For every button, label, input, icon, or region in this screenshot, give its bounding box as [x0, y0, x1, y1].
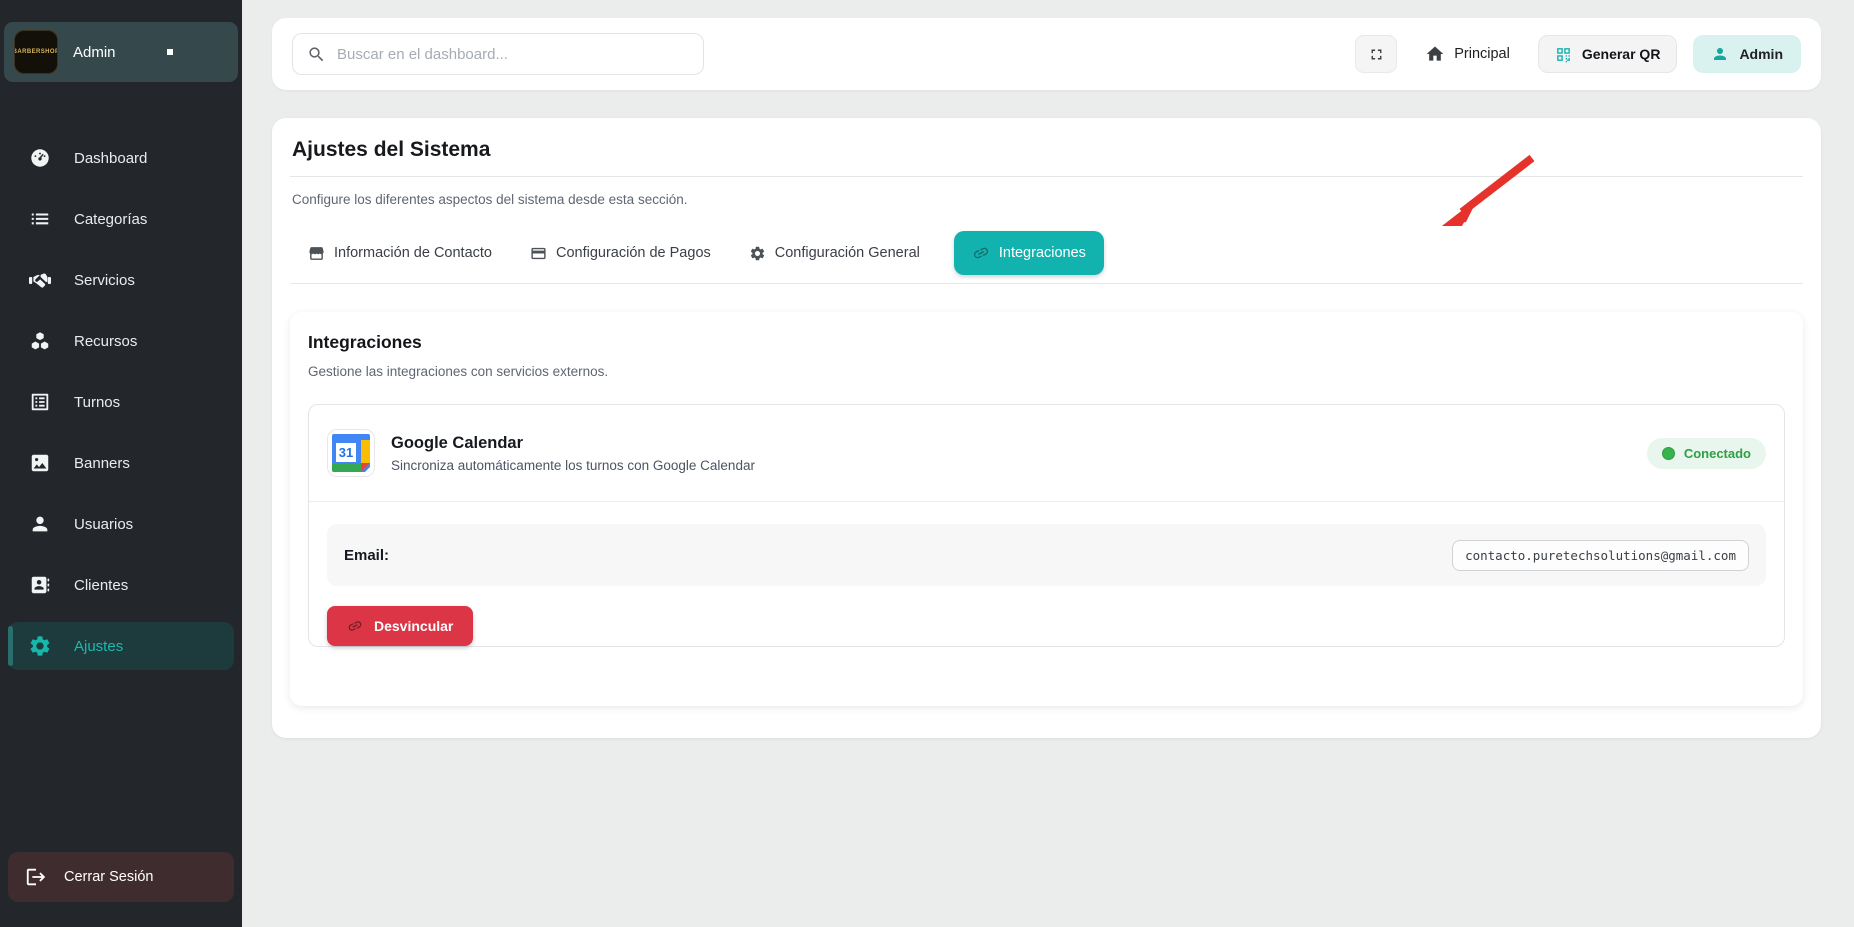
tab-label: Configuración General [775, 245, 920, 261]
link-icon [347, 618, 363, 634]
sidebar-item-label: Clientes [74, 577, 128, 594]
credit-card-icon [530, 245, 547, 262]
google-calendar-body: Email: contacto.puretechsolutions@gmail.… [309, 502, 1784, 646]
fullscreen-button[interactable] [1355, 35, 1397, 73]
categories-icon [28, 207, 52, 231]
list-alt-icon [28, 390, 52, 414]
status-badge: Conectado [1647, 438, 1766, 469]
cubes-icon [28, 329, 52, 353]
section-title: Integraciones [308, 332, 1785, 353]
dashboard-icon [28, 146, 52, 170]
email-row: Email: contacto.puretechsolutions@gmail.… [327, 524, 1766, 586]
sidebar-item-label: Turnos [74, 394, 120, 411]
image-icon [28, 451, 52, 475]
handshake-icon [28, 268, 52, 292]
barbershop-logo: BARBERSHOP [14, 30, 58, 74]
page-title: Ajustes del Sistema [292, 138, 1803, 162]
settings-tabs: Información de Contacto Configuración de… [304, 231, 1803, 275]
sidebar-item-ajustes[interactable]: Ajustes [8, 622, 234, 670]
section-subtitle: Gestione las integraciones con servicios… [308, 364, 1785, 379]
tab-integraciones[interactable]: Integraciones [954, 231, 1104, 275]
tab-label: Configuración de Pagos [556, 245, 711, 261]
generate-qr-button[interactable]: Generar QR [1538, 35, 1678, 73]
sidebar-item-recursos[interactable]: Recursos [8, 317, 234, 365]
search-input[interactable] [337, 46, 689, 63]
unlink-label: Desvincular [374, 618, 453, 634]
qr-code-icon [1555, 46, 1572, 63]
divider [290, 283, 1803, 284]
gear-icon [28, 634, 52, 658]
tab-label: Información de Contacto [334, 245, 492, 261]
sidebar-item-label: Banners [74, 455, 130, 472]
logout-button[interactable]: Cerrar Sesión [8, 852, 234, 902]
divider [290, 176, 1803, 177]
logout-label: Cerrar Sesión [64, 869, 153, 885]
google-calendar-header: 31 Google Calendar Sincroniza automática… [309, 405, 1784, 502]
integration-description: Sincroniza automáticamente los turnos co… [391, 458, 755, 473]
contact-card-icon [28, 573, 52, 597]
search-icon [307, 45, 326, 64]
admin-user-button[interactable]: Admin [1693, 35, 1801, 73]
sidebar-item-clientes[interactable]: Clientes [8, 561, 234, 609]
sidebar-item-categorias[interactable]: Categorías [8, 195, 234, 243]
sidebar-item-label: Usuarios [74, 516, 133, 533]
unlink-button[interactable]: Desvincular [327, 606, 473, 646]
settings-card: Ajustes del Sistema Configure los difere… [272, 118, 1821, 738]
status-dot-icon [1662, 447, 1675, 460]
status-label: Conectado [1684, 446, 1751, 461]
brand-user-name: Admin [73, 44, 116, 61]
tab-configuracion-general[interactable]: Configuración General [745, 232, 924, 275]
sidebar-item-banners[interactable]: Banners [8, 439, 234, 487]
tab-configuracion-de-pagos[interactable]: Configuración de Pagos [526, 232, 715, 275]
sidebar-item-dashboard[interactable]: Dashboard [8, 134, 234, 182]
topbar: Principal Generar QR Admin [272, 18, 1821, 90]
integrations-section: Integraciones Gestione las integraciones… [290, 312, 1803, 706]
integration-name: Google Calendar [391, 434, 755, 453]
gear-icon [749, 245, 766, 262]
link-icon [972, 244, 990, 262]
generate-qr-label: Generar QR [1582, 46, 1661, 62]
collapse-dot[interactable] [167, 49, 173, 55]
sidebar-item-usuarios[interactable]: Usuarios [8, 500, 234, 548]
sidebar-item-label: Dashboard [74, 150, 147, 167]
storefront-icon [308, 245, 325, 262]
home-link[interactable]: Principal [1425, 44, 1510, 64]
sidebar-item-label: Servicios [74, 272, 135, 289]
search-box[interactable] [292, 33, 704, 75]
user-icon [1711, 45, 1729, 63]
sidebar-item-label: Recursos [74, 333, 137, 350]
sidebar-item-label: Categorías [74, 211, 147, 228]
google-calendar-card: 31 Google Calendar Sincroniza automática… [308, 404, 1785, 647]
sidebar-item-servicios[interactable]: Servicios [8, 256, 234, 304]
sidebar: BARBERSHOP Admin Dashboard Categorías Se… [0, 0, 242, 927]
google-calendar-icon: 31 [327, 429, 375, 477]
user-icon [28, 512, 52, 536]
logout-icon [25, 866, 47, 888]
admin-user-label: Admin [1739, 46, 1783, 62]
sidebar-brand[interactable]: BARBERSHOP Admin [4, 22, 238, 82]
tab-label: Integraciones [999, 245, 1086, 261]
fullscreen-icon [1368, 46, 1385, 63]
brand-logo-text: BARBERSHOP [14, 49, 58, 56]
email-value: contacto.puretechsolutions@gmail.com [1452, 540, 1749, 571]
sidebar-nav: Dashboard Categorías Servicios Recursos … [0, 134, 242, 844]
sidebar-item-turnos[interactable]: Turnos [8, 378, 234, 426]
email-label: Email: [344, 547, 389, 564]
home-label: Principal [1454, 46, 1510, 62]
page-subtitle: Configure los diferentes aspectos del si… [292, 192, 1803, 207]
tab-informacion-de-contacto[interactable]: Información de Contacto [304, 232, 496, 275]
main-area: Principal Generar QR Admin Ajustes del S… [242, 0, 1854, 927]
sidebar-item-label: Ajustes [74, 638, 123, 655]
home-icon [1425, 44, 1445, 64]
